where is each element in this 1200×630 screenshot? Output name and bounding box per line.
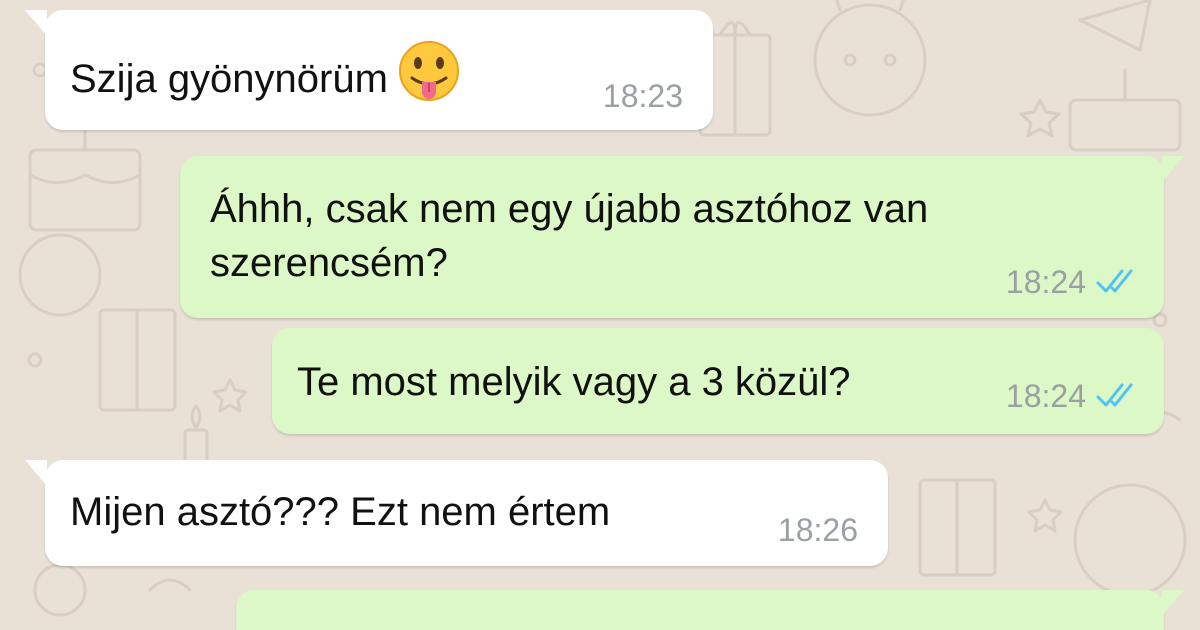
message-text-content: Szija gyönynörüm — [70, 57, 388, 101]
message-outgoing[interactable]: Áhhh, csak nem egy újabb asztóhoz van sz… — [180, 156, 1184, 318]
message-incoming[interactable]: Mijen asztó??? Ezt nem értem 18:26 — [25, 460, 888, 566]
bubble-tail — [1162, 590, 1184, 616]
bubble-tail — [1162, 156, 1184, 182]
message-incoming[interactable]: Szija gyönynörüm 18:23 — [25, 10, 713, 130]
message-meta: 18:23 — [603, 78, 683, 114]
bubble-tail — [25, 10, 47, 36]
message-meta: 18:24 — [1006, 264, 1140, 300]
message-timestamp: 18:24 — [1005, 264, 1086, 300]
message-text-line-2: szerencsém? — [210, 241, 448, 285]
message-outgoing-partial[interactable] — [236, 590, 1184, 630]
message-text: Szija gyönynörüm — [70, 40, 462, 106]
message-meta: 18:24 — [1006, 378, 1140, 414]
message-text: Mijen asztó??? Ezt nem értem — [70, 490, 611, 534]
read-receipt-double-check-icon — [1096, 269, 1133, 293]
message-timestamp: 18:23 — [602, 78, 683, 114]
read-receipt-double-check-icon — [1096, 383, 1133, 407]
message-meta: 18:26 — [778, 512, 858, 548]
message-text-line-1: Áhhh, csak nem egy újabb asztóhoz van — [210, 187, 929, 231]
message-timestamp: 18:24 — [1005, 378, 1086, 414]
message-text: Te most melyik vagy a 3 közül? — [297, 360, 851, 404]
bubble-tail — [25, 460, 47, 486]
message-timestamp: 18:26 — [777, 512, 858, 548]
face-with-tongue-icon — [398, 41, 459, 101]
message-outgoing[interactable]: Te most melyik vagy a 3 közül? 18:24 — [272, 328, 1164, 434]
